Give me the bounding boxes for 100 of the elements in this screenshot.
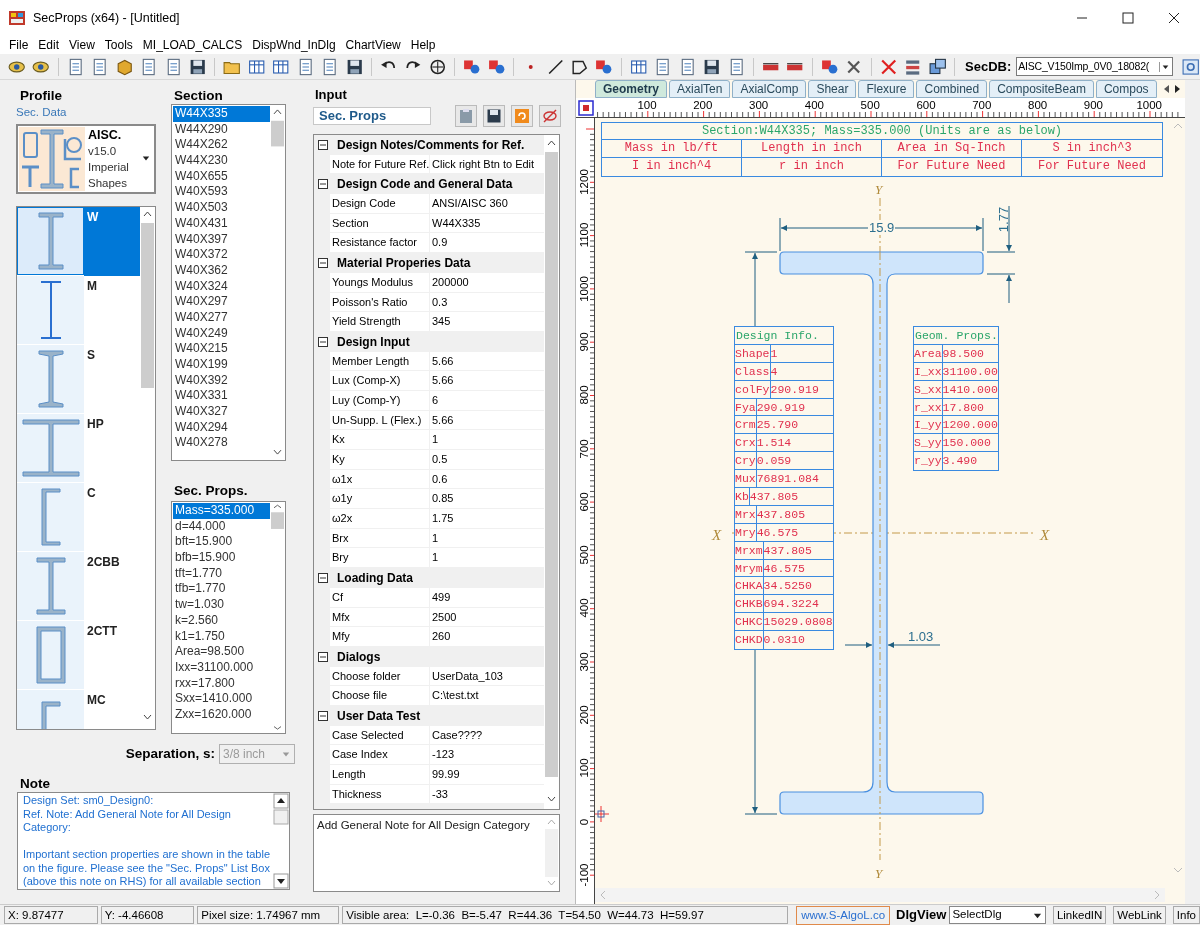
property-value[interactable]: -123: [430, 745, 544, 764]
clipboard-icon[interactable]: [455, 105, 477, 127]
list-item[interactable]: bft=15.900: [173, 534, 270, 551]
collapse-icon[interactable]: [318, 651, 328, 662]
shapes-icon[interactable]: [820, 57, 839, 76]
list-icon[interactable]: [904, 57, 922, 76]
property-value[interactable]: -33: [430, 784, 544, 804]
property-value[interactable]: 1.75: [430, 509, 544, 528]
delete-icon[interactable]: [879, 57, 898, 76]
shapes-icon[interactable]: [487, 57, 506, 76]
grid-icon[interactable]: [247, 57, 266, 76]
chart-tab[interactable]: Compos: [1095, 80, 1157, 98]
status-button[interactable]: WebLink: [1113, 906, 1166, 924]
status-button[interactable]: Info: [1172, 906, 1200, 924]
list-item[interactable]: W40X199: [173, 357, 270, 373]
close-icon[interactable]: [1168, 12, 1180, 24]
document-icon[interactable]: [91, 57, 109, 76]
menu-item[interactable]: View: [64, 37, 100, 53]
dialog-view-dropdown[interactable]: SelectDlg: [949, 906, 1046, 924]
collapse-icon[interactable]: [318, 139, 328, 150]
maximize-icon[interactable]: [1122, 12, 1134, 24]
list-item[interactable]: W40X294: [173, 419, 270, 436]
chart-tab[interactable]: Shear: [808, 80, 857, 98]
property-value[interactable]: W44X335: [430, 213, 544, 233]
property-value[interactable]: 260: [430, 627, 544, 646]
list-item[interactable]: tw=1.030: [173, 597, 270, 613]
list-item[interactable]: W40X277: [173, 309, 270, 326]
property-value[interactable]: 0.85: [430, 489, 544, 509]
grid-icon[interactable]: [272, 57, 290, 76]
list-item[interactable]: W40X397: [173, 231, 270, 248]
library-selector[interactable]: AISC. v15.0 Imperial Shapes: [16, 124, 156, 194]
hide-icon[interactable]: [539, 105, 561, 127]
chart-tab[interactable]: AxialTen: [669, 80, 731, 98]
list-item[interactable]: tfb=1.770: [173, 581, 270, 598]
property-value[interactable]: 6: [430, 390, 544, 410]
property-value[interactable]: Case????: [430, 725, 544, 745]
box-icon[interactable]: [115, 57, 134, 76]
property-value[interactable]: 1: [430, 430, 544, 449]
chart-tab[interactable]: Geometry: [595, 80, 668, 98]
list-item[interactable]: W40X431: [173, 215, 270, 232]
menu-item[interactable]: File: [4, 37, 34, 53]
list-item[interactable]: W40X215: [173, 341, 270, 357]
website-link[interactable]: www.S-AlgoL.co: [796, 905, 891, 925]
property-value[interactable]: 345: [430, 312, 544, 331]
list-item[interactable]: W40X331: [173, 388, 270, 405]
property-value[interactable]: 5.66: [430, 351, 544, 371]
settings-icon[interactable]: [1182, 57, 1200, 76]
property-value[interactable]: 0.5: [430, 450, 544, 469]
secdb-dropdown[interactable]: AISC_V150Imp_0V0_18082(: [1016, 57, 1174, 76]
list-item[interactable]: d=44.000: [173, 518, 270, 535]
property-value[interactable]: 99.99: [430, 765, 544, 784]
document-icon[interactable]: [321, 57, 339, 76]
chart-tab[interactable]: CompositeBeam: [989, 80, 1094, 98]
chart-tab[interactable]: AxialComp: [732, 80, 807, 98]
list-item[interactable]: W40X327: [173, 404, 270, 420]
menu-item[interactable]: Tools: [99, 37, 138, 53]
line-icon[interactable]: [546, 57, 565, 76]
list-item[interactable]: Ixx=31100.000: [173, 659, 270, 676]
property-value[interactable]: Click right Btn to Edit: [430, 154, 544, 174]
list-item[interactable]: W40X278: [173, 435, 270, 452]
property-value[interactable]: UserData_103: [430, 666, 544, 686]
list-item[interactable]: W44X262: [173, 137, 270, 154]
menu-item[interactable]: ChartView: [340, 37, 406, 53]
property-value[interactable]: 1: [430, 548, 544, 568]
list-item[interactable]: Mass=335.000: [173, 503, 270, 519]
list-item[interactable]: W40X392: [173, 372, 270, 389]
list-item[interactable]: W40X503: [173, 200, 270, 216]
property-value[interactable]: C:\test.txt: [430, 686, 544, 705]
collapse-icon[interactable]: [318, 179, 328, 190]
menu-item[interactable]: MI_LOAD_CALCS: [137, 37, 248, 53]
list-item[interactable]: W44X230: [173, 153, 270, 169]
collapse-icon[interactable]: [318, 710, 328, 721]
property-value[interactable]: 0.6: [430, 469, 544, 489]
property-value[interactable]: 200000: [430, 272, 544, 292]
list-item[interactable]: k=2.560: [173, 612, 270, 629]
list-item[interactable]: W44X290: [173, 121, 270, 138]
fit-view-icon[interactable]: [578, 100, 594, 116]
windows-icon[interactable]: [928, 57, 947, 76]
menu-item[interactable]: Help: [405, 37, 441, 53]
list-item[interactable]: W40X297: [173, 294, 270, 310]
collapse-icon[interactable]: [318, 336, 328, 347]
list-item[interactable]: rxx=17.800: [173, 675, 270, 692]
chart-tab[interactable]: Flexure: [858, 80, 915, 98]
list-item[interactable]: Area=98.500: [173, 644, 270, 660]
property-value[interactable]: 5.66: [430, 410, 544, 430]
zoom-icon[interactable]: [428, 57, 447, 76]
property-value[interactable]: 1: [430, 528, 544, 548]
status-button[interactable]: LinkedIN: [1052, 906, 1107, 924]
shapes-icon[interactable]: [595, 57, 613, 76]
list-item[interactable]: W40X372: [173, 247, 270, 263]
list-item[interactable]: W40X362: [173, 262, 270, 279]
list-item[interactable]: W40X655: [173, 168, 270, 185]
document-icon[interactable]: [654, 57, 672, 76]
shapes-icon[interactable]: [463, 57, 481, 76]
property-value[interactable]: 0.3: [430, 292, 544, 312]
list-item[interactable]: W40X593: [173, 184, 270, 201]
property-value[interactable]: 5.66: [430, 371, 544, 390]
menu-item[interactable]: DispWnd_InDlg: [247, 37, 341, 53]
list-item[interactable]: k1=1.750: [173, 628, 270, 645]
property-value[interactable]: 0.9: [430, 233, 544, 253]
